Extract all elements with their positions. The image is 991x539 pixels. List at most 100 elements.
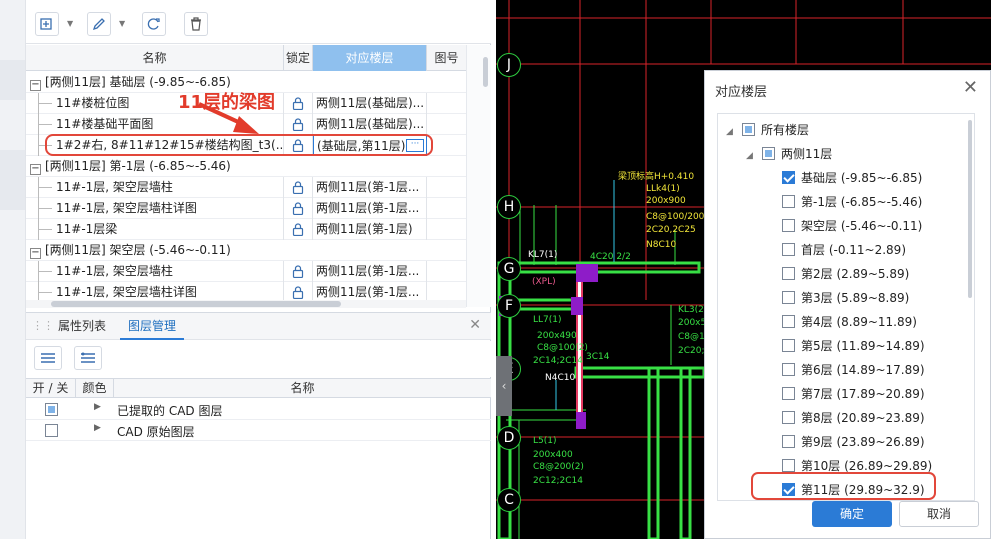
floor-checkbox[interactable] bbox=[782, 171, 795, 184]
top-toolbar: ▼ ▼ bbox=[26, 0, 491, 44]
group-label: [两侧11层] 第-1层 (-6.85~-5.46) bbox=[45, 159, 231, 173]
floor-option[interactable]: 首层 (-0.11~2.89) bbox=[782, 238, 906, 262]
collapse-icon[interactable]: − bbox=[30, 248, 41, 259]
lock-icon[interactable] bbox=[284, 114, 313, 135]
drawing-row[interactable]: 11#-1层, 架空层墙柱详图 两侧11层(第-1层... bbox=[26, 198, 466, 219]
floor-checkbox[interactable] bbox=[782, 315, 795, 328]
floor-tree: ◢ 所有楼层 ◢ 两侧11层 基础层 (-9.85~-6.85) 第-1层 (-6.8… bbox=[717, 113, 975, 501]
drawing-row[interactable]: 11#-1层梁 两侧11层(第-1层) bbox=[26, 219, 466, 240]
floor-checkbox[interactable] bbox=[782, 435, 795, 448]
layer-visible-checkbox[interactable] bbox=[45, 403, 58, 416]
collapse-panel-handle[interactable]: ‹ bbox=[496, 356, 512, 416]
lock-icon[interactable] bbox=[284, 198, 313, 219]
floor-mapping-cell[interactable]: 两侧11层(基础层)... bbox=[313, 93, 427, 114]
tab-layer-management[interactable]: 图层管理 bbox=[120, 313, 185, 340]
col-floor-header[interactable]: 对应楼层 bbox=[313, 45, 427, 71]
grid-horizontal-scrollbar[interactable] bbox=[26, 300, 466, 308]
floor-checkbox[interactable] bbox=[782, 243, 795, 256]
layer-filter-button[interactable] bbox=[74, 346, 102, 370]
tab-properties[interactable]: 属性列表 bbox=[50, 313, 114, 340]
floor-option[interactable]: 第5层 (11.89~14.89) bbox=[782, 334, 925, 358]
tree-scrollbar[interactable] bbox=[968, 120, 972, 298]
drawing-row[interactable]: 11#-1层, 架空层墙柱 两侧11层(第-1层... bbox=[26, 261, 466, 282]
floor-option[interactable]: 第7层 (17.89~20.89) bbox=[782, 382, 925, 406]
confirm-button[interactable]: 确定 bbox=[812, 501, 892, 527]
cad-text: C8@100(2) bbox=[537, 343, 588, 353]
drawing-number-cell[interactable] bbox=[427, 261, 466, 282]
floor-mapping-cell[interactable]: 两侧11层(基础层)... bbox=[313, 114, 427, 135]
chevron-left-icon: ‹ bbox=[501, 379, 507, 393]
expand-arrow-icon[interactable]: ◢ bbox=[726, 120, 736, 144]
floor-mapping-value: 两侧11层(基础层)... bbox=[316, 96, 425, 110]
floor-checkbox[interactable] bbox=[782, 387, 795, 400]
floor-mapping-cell[interactable]: 两侧11层(第-1层) bbox=[313, 219, 427, 240]
drawing-number-cell[interactable] bbox=[427, 198, 466, 219]
drawing-number-cell[interactable] bbox=[427, 219, 466, 240]
floor-mapping-cell[interactable]: 两侧11层(第-1层... bbox=[313, 261, 427, 282]
collapse-icon[interactable]: − bbox=[30, 80, 41, 91]
floor-checkbox[interactable] bbox=[782, 219, 795, 232]
floor-checkbox[interactable] bbox=[782, 459, 795, 472]
floor-option[interactable]: 第4层 (8.89~11.89) bbox=[782, 310, 917, 334]
expand-arrow-icon[interactable]: ▶ bbox=[94, 402, 101, 412]
floor-option[interactable]: 第2层 (2.89~5.89) bbox=[782, 262, 909, 286]
chevron-down-icon[interactable]: ▼ bbox=[67, 19, 73, 28]
layer-toggle-header: 开 / 关 bbox=[26, 379, 76, 398]
drawing-name: 11#-1层, 架空层墙柱 bbox=[26, 177, 284, 198]
layer-row-original[interactable]: ▶ CAD 原始图层 bbox=[26, 420, 491, 441]
drawing-number-cell[interactable] bbox=[427, 93, 466, 114]
floor-checkbox[interactable] bbox=[782, 291, 795, 304]
drawing-number-cell[interactable] bbox=[427, 114, 466, 135]
root-checkbox[interactable] bbox=[742, 123, 755, 136]
floor-option[interactable]: 基础层 (-9.85~-6.85) bbox=[782, 166, 922, 190]
tree-building[interactable]: ◢ 两侧11层 bbox=[746, 142, 832, 166]
layer-row-extracted[interactable]: ▶ 已提取的 CAD 图层 bbox=[26, 399, 491, 420]
edit-drawing-button[interactable] bbox=[87, 12, 111, 36]
tree-root[interactable]: ◢ 所有楼层 bbox=[726, 118, 809, 142]
chevron-down-icon[interactable]: ▼ bbox=[119, 19, 125, 28]
floor-option[interactable]: 第9层 (23.89~26.89) bbox=[782, 430, 925, 454]
refresh-drawing-button[interactable] bbox=[142, 12, 166, 36]
floor-label: 第3层 (5.89~8.89) bbox=[801, 291, 910, 305]
add-drawing-button[interactable] bbox=[35, 12, 59, 36]
grid-header: 名称 锁定 对应楼层 图号 bbox=[26, 45, 466, 71]
floor-group-row[interactable]: − [两侧11层] 第-1层 (-6.85~-5.46) bbox=[26, 156, 466, 177]
col-name-header[interactable]: 名称 bbox=[26, 45, 284, 71]
col-lock-header[interactable]: 锁定 bbox=[284, 45, 313, 71]
floor-checkbox[interactable] bbox=[782, 267, 795, 280]
layer-show-button[interactable] bbox=[34, 346, 62, 370]
floor-option[interactable]: 架空层 (-5.46~-0.11) bbox=[782, 214, 922, 238]
layer-visible-checkbox[interactable] bbox=[45, 424, 58, 437]
building-checkbox[interactable] bbox=[762, 147, 775, 160]
floor-option[interactable]: 第-1层 (-6.85~-5.46) bbox=[782, 190, 922, 214]
trash-icon bbox=[191, 17, 201, 31]
floor-group-row[interactable]: − [两侧11层] 架空层 (-5.46~-0.11) bbox=[26, 240, 466, 261]
expand-arrow-icon[interactable]: ◢ bbox=[746, 144, 756, 168]
drawing-number-cell[interactable] bbox=[427, 177, 466, 198]
grid-vertical-scrollbar[interactable] bbox=[466, 45, 491, 307]
delete-drawing-button[interactable] bbox=[184, 12, 208, 36]
left-strip bbox=[0, 0, 26, 539]
floor-checkbox[interactable] bbox=[782, 363, 795, 376]
close-icon[interactable]: ✕ bbox=[963, 79, 978, 97]
floor-checkbox[interactable] bbox=[782, 339, 795, 352]
collapse-icon[interactable]: − bbox=[30, 164, 41, 175]
floor-option[interactable]: 第8层 (20.89~23.89) bbox=[782, 406, 925, 430]
expand-arrow-icon[interactable]: ▶ bbox=[94, 423, 101, 433]
lock-icon[interactable] bbox=[284, 177, 313, 198]
floor-option[interactable]: 第6层 (14.89~17.89) bbox=[782, 358, 925, 382]
floor-checkbox[interactable] bbox=[782, 195, 795, 208]
close-icon[interactable]: ✕ bbox=[469, 317, 481, 333]
lock-icon[interactable] bbox=[284, 219, 313, 240]
col-number-header[interactable]: 图号 bbox=[427, 45, 466, 71]
floor-mapping-cell[interactable]: 两侧11层(第-1层... bbox=[313, 177, 427, 198]
floor-label: 第6层 (14.89~17.89) bbox=[801, 363, 925, 377]
cancel-button[interactable]: 取消 bbox=[899, 501, 979, 527]
floor-option[interactable]: 第3层 (5.89~8.89) bbox=[782, 286, 909, 310]
lock-icon[interactable] bbox=[284, 261, 313, 282]
lock-icon[interactable] bbox=[284, 93, 313, 114]
floor-label: 第-1层 (-6.85~-5.46) bbox=[801, 195, 923, 209]
drawing-row[interactable]: 11#-1层, 架空层墙柱 两侧11层(第-1层... bbox=[26, 177, 466, 198]
floor-mapping-cell[interactable]: 两侧11层(第-1层... bbox=[313, 198, 427, 219]
floor-checkbox[interactable] bbox=[782, 411, 795, 424]
